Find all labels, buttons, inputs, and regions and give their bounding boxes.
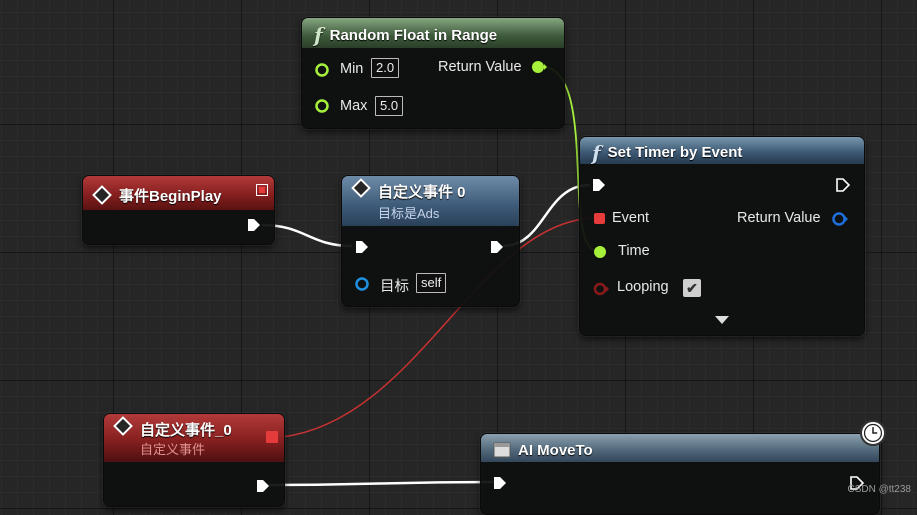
event-diamond-icon <box>92 185 112 205</box>
custom-event-call-header: 自定义事件 0 目标是Ads <box>342 176 519 226</box>
max-value-input[interactable]: 5.0 <box>375 96 404 116</box>
function-icon: f <box>314 23 323 47</box>
custom-event-def-node[interactable]: 自定义事件_0 自定义事件 <box>103 413 285 507</box>
expand-arrow-icon[interactable] <box>715 315 729 325</box>
ai-moveto-title: AI MoveTo <box>518 441 593 459</box>
min-pin-icon[interactable] <box>314 62 330 78</box>
max-pin-icon[interactable] <box>314 98 330 114</box>
wire-beginplay-to-call <box>261 223 353 248</box>
event-diamond-icon <box>351 178 371 198</box>
set-timer-node[interactable]: f Set Timer by Event Event Return Value … <box>579 136 865 336</box>
looping-label: Looping <box>617 279 669 295</box>
custom-event-def-title: 自定义事件_0 <box>140 422 232 439</box>
exec-in-pin-icon[interactable] <box>355 240 369 254</box>
delegate-output-pin-icon[interactable] <box>266 431 278 443</box>
max-label: Max <box>340 98 368 114</box>
exec-in-pin-icon[interactable] <box>493 476 507 490</box>
random-float-node[interactable]: f Random Float in Range Min 2.0 Return V… <box>301 17 565 129</box>
return-value-pin-icon[interactable] <box>530 59 548 75</box>
event-label: Event <box>612 210 650 226</box>
time-label: Time <box>618 243 650 259</box>
min-value-input[interactable]: 2.0 <box>371 58 400 78</box>
begin-play-title: 事件BeginPlay <box>119 187 222 205</box>
watermark-text: CSDN @tt238 <box>847 484 911 495</box>
return-value-label: Return Value <box>737 210 821 226</box>
exec-out-pin-icon[interactable] <box>836 178 850 192</box>
set-timer-header: f Set Timer by Event <box>580 137 864 164</box>
delegate-output-pin-icon[interactable] <box>256 184 268 196</box>
exec-in-pin-icon[interactable] <box>592 178 606 192</box>
latent-clock-icon <box>860 420 886 446</box>
exec-out-pin-icon[interactable] <box>256 479 270 493</box>
min-label: Min <box>340 61 364 77</box>
custom-event-def-subtitle: 自定义事件 <box>140 442 206 457</box>
begin-play-node[interactable]: 事件BeginPlay <box>82 175 275 245</box>
exec-out-pin-icon[interactable] <box>490 240 504 254</box>
custom-event-call-node[interactable]: 自定义事件 0 目标是Ads 目标 self <box>341 175 520 307</box>
set-timer-title: Set Timer by Event <box>607 144 743 161</box>
timer-handle-pin-icon[interactable] <box>831 211 849 227</box>
function-icon: f <box>592 140 601 165</box>
ai-moveto-header: AI MoveTo <box>481 434 879 462</box>
time-pin-icon[interactable] <box>592 244 610 260</box>
looping-pin-icon[interactable] <box>592 281 610 297</box>
target-value-input[interactable]: self <box>416 273 447 293</box>
custom-event-call-subtitle: 目标是Ads <box>378 206 440 221</box>
custom-event-call-title: 自定义事件 0 <box>378 184 466 201</box>
event-diamond-icon <box>113 416 133 436</box>
event-delegate-pin-icon[interactable] <box>594 213 605 224</box>
async-task-icon <box>493 442 511 458</box>
custom-event-def-header: 自定义事件_0 自定义事件 <box>104 414 284 462</box>
random-float-header: f Random Float in Range <box>302 18 564 48</box>
return-value-label: Return Value <box>438 59 522 75</box>
begin-play-header: 事件BeginPlay <box>83 176 274 210</box>
wire-custom-to-moveto <box>266 480 498 487</box>
target-pin-icon[interactable] <box>354 276 372 292</box>
target-label: 目标 <box>380 279 409 295</box>
looping-checkbox[interactable]: ✔ <box>683 279 701 297</box>
exec-out-pin-icon[interactable] <box>247 218 261 232</box>
random-float-title: Random Float in Range <box>329 26 498 44</box>
